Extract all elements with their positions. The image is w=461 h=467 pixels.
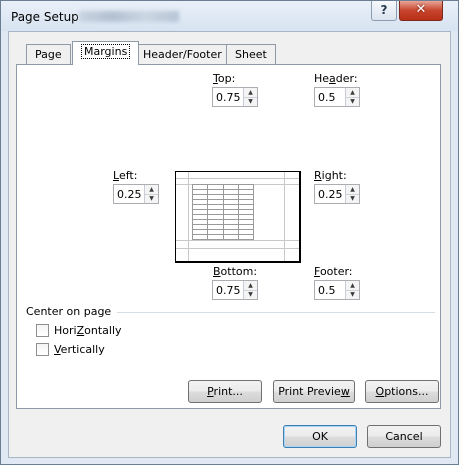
tab-margins[interactable]: Margins bbox=[72, 41, 140, 65]
title-bar[interactable]: Page Setup ? ✕ bbox=[1, 1, 458, 31]
header-label: Header: bbox=[314, 72, 358, 85]
close-icon: ✕ bbox=[415, 2, 427, 17]
left-margin-value[interactable]: 0.25 bbox=[117, 188, 142, 201]
right-margin-spinner[interactable]: 0.25 ▲ ▼ bbox=[314, 184, 360, 204]
print-preview-button[interactable]: Print Preview bbox=[273, 380, 355, 403]
right-label: Right: bbox=[314, 169, 347, 182]
bottom-margin-spinner[interactable]: 0.75 ▲ ▼ bbox=[212, 280, 258, 300]
spin-down-icon[interactable]: ▼ bbox=[244, 290, 257, 299]
header-margin-spinner[interactable]: 0.5 ▲ ▼ bbox=[314, 87, 360, 107]
spin-down-icon[interactable]: ▼ bbox=[145, 194, 158, 203]
preview-grid bbox=[192, 184, 254, 240]
spin-down-icon[interactable]: ▼ bbox=[346, 97, 359, 106]
footer-margin-value[interactable]: 0.5 bbox=[318, 284, 336, 297]
center-on-page-label: Center on page bbox=[26, 305, 112, 318]
left-label: Left: bbox=[113, 169, 138, 182]
dialog-body: Page Margins Header/Footer Sheet Top: 0.… bbox=[8, 31, 451, 458]
header-margin-value[interactable]: 0.5 bbox=[318, 91, 336, 104]
horizontally-checkbox[interactable] bbox=[36, 324, 49, 337]
vertically-checkbox[interactable] bbox=[36, 343, 49, 356]
footer-label: Footer: bbox=[314, 265, 353, 278]
spin-down-icon[interactable]: ▼ bbox=[346, 290, 359, 299]
margins-preview bbox=[175, 171, 301, 263]
window-title: Page Setup bbox=[11, 10, 79, 24]
margins-panel: Top: 0.75 ▲ ▼ Header: 0.5 ▲ ▼ Left: 0.25… bbox=[16, 64, 441, 409]
tab-header-footer-label: Header/Footer bbox=[143, 48, 222, 61]
spin-down-icon[interactable]: ▼ bbox=[244, 97, 257, 106]
tab-margins-label: Margins bbox=[81, 44, 131, 59]
close-button[interactable]: ✕ bbox=[399, 1, 443, 21]
tab-header-footer[interactable]: Header/Footer bbox=[134, 44, 231, 64]
top-margin-value[interactable]: 0.75 bbox=[216, 91, 241, 104]
options-button[interactable]: Options... bbox=[365, 380, 439, 403]
cancel-button[interactable]: Cancel bbox=[367, 425, 441, 448]
tab-sheet-label: Sheet bbox=[235, 48, 267, 61]
left-margin-spinner[interactable]: 0.25 ▲ ▼ bbox=[113, 184, 159, 204]
bottom-label: Bottom: bbox=[213, 265, 258, 278]
top-margin-spinner[interactable]: 0.75 ▲ ▼ bbox=[212, 87, 258, 107]
right-margin-value[interactable]: 0.25 bbox=[318, 188, 343, 201]
tab-sheet[interactable]: Sheet bbox=[226, 44, 276, 64]
tab-page[interactable]: Page bbox=[26, 44, 71, 64]
spin-down-icon[interactable]: ▼ bbox=[346, 194, 359, 203]
section-divider bbox=[117, 312, 435, 313]
ok-button[interactable]: OK bbox=[283, 425, 357, 448]
tab-page-label: Page bbox=[35, 48, 62, 61]
print-button[interactable]: Print... bbox=[188, 380, 262, 403]
help-button[interactable]: ? bbox=[371, 1, 397, 21]
bottom-margin-value[interactable]: 0.75 bbox=[216, 284, 241, 297]
top-label: Top: bbox=[213, 72, 236, 85]
page-setup-dialog: Page Setup ? ✕ Page Margins Header/Foote… bbox=[0, 0, 459, 465]
redacted-title-text bbox=[79, 11, 179, 22]
horizontally-label[interactable]: HoriZontally bbox=[54, 324, 122, 337]
vertically-label[interactable]: Vertically bbox=[54, 343, 105, 356]
footer-margin-spinner[interactable]: 0.5 ▲ ▼ bbox=[314, 280, 360, 300]
